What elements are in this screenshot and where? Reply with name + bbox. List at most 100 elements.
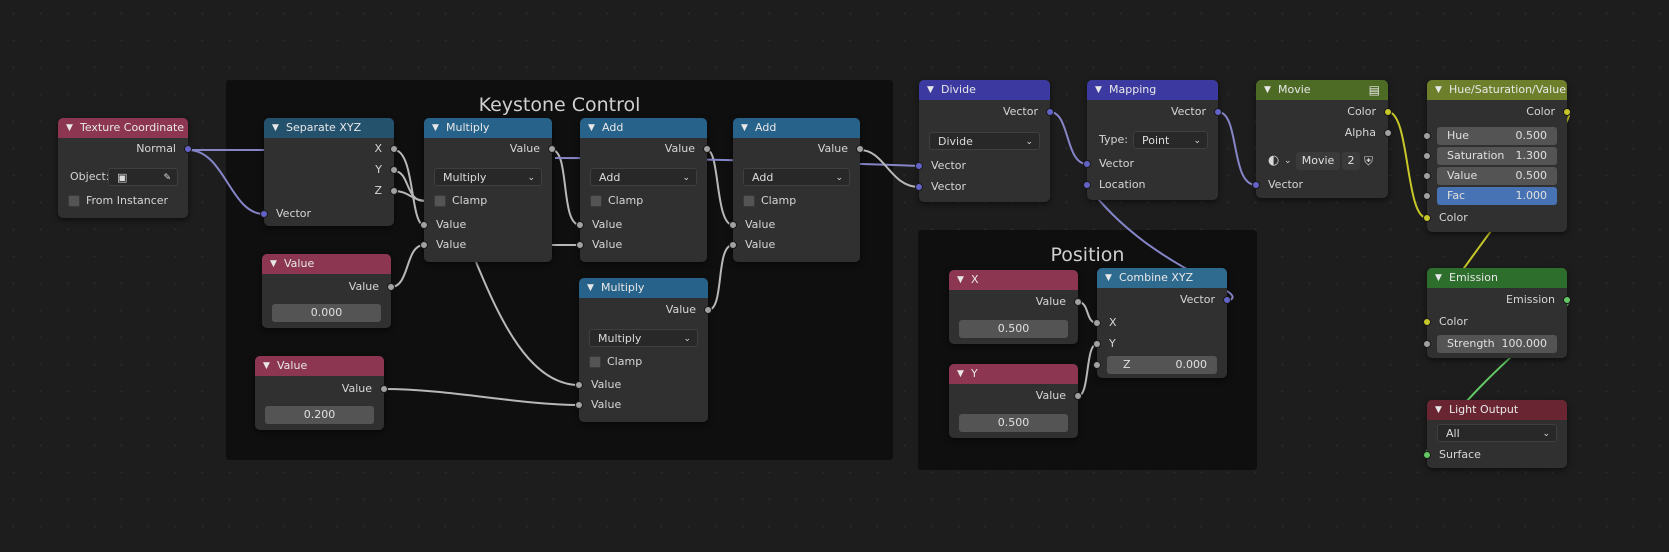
socket-input[interactable] (1423, 132, 1431, 140)
socket-output[interactable] (1563, 296, 1571, 304)
chevron-down-icon[interactable]: ▼ (263, 356, 270, 376)
socket-input[interactable] (1423, 214, 1431, 222)
socket-output[interactable] (1214, 108, 1222, 116)
node-header[interactable]: ▼ Texture Coordinate (58, 118, 188, 138)
image-browse-icon[interactable]: ◐ (1268, 152, 1279, 170)
value-field[interactable]: 0.200 (265, 406, 374, 424)
node-header[interactable]: ▼ Divide (919, 80, 1050, 100)
socket-input[interactable] (1093, 361, 1101, 369)
socket-input[interactable] (260, 210, 268, 218)
type-dropdown[interactable]: Point ⌄ (1133, 131, 1208, 149)
object-field[interactable]: ▣ ✎ (108, 168, 178, 186)
socket-input[interactable] (1423, 172, 1431, 180)
from-instancer-row[interactable]: From Instancer (58, 192, 188, 210)
clamp-checkbox[interactable] (743, 195, 755, 207)
socket-output[interactable] (856, 145, 864, 153)
node-mapping[interactable]: ▼ Mapping Vector Type: Point ⌄ Vector Loca… (1083, 80, 1222, 200)
node-separate-xyz[interactable]: ▼ Separate XYZ X Y Z Vector (260, 118, 398, 226)
node-light-output[interactable]: ▼ Light Output All ⌄ Surface (1423, 400, 1567, 468)
socket-output[interactable] (1074, 298, 1082, 306)
node-divide[interactable]: ▼ Divide Vector Divide ⌄ Vector Vector (915, 80, 1054, 202)
chevron-down-icon[interactable]: ▼ (587, 278, 594, 298)
socket-output[interactable] (703, 145, 711, 153)
clamp-row[interactable]: Clamp (579, 353, 708, 371)
value-field[interactable]: 0.500 (959, 320, 1068, 338)
socket-output[interactable] (704, 306, 712, 314)
chevron-down-icon[interactable]: ▼ (1435, 400, 1442, 420)
value-field[interactable]: Value 0.500 (1437, 167, 1557, 185)
chevron-down-icon[interactable]: ▼ (1095, 80, 1102, 100)
chevron-down-icon[interactable]: ▼ (1435, 268, 1442, 288)
chevron-down-icon[interactable]: ⌄ (1284, 152, 1292, 170)
socket-input[interactable] (1423, 152, 1431, 160)
z-field[interactable]: Z 0.000 (1107, 356, 1217, 374)
node-header[interactable]: ▼ Y (949, 364, 1078, 384)
socket-input[interactable] (575, 381, 583, 389)
value-field[interactable]: 0.500 (959, 414, 1068, 432)
socket-input[interactable] (1423, 451, 1431, 459)
node-emission[interactable]: ▼ Emission Emission Color Strength 100.000 (1423, 268, 1571, 358)
socket-input[interactable] (1083, 160, 1091, 168)
socket-input[interactable] (1423, 192, 1431, 200)
socket-input[interactable] (1423, 340, 1431, 348)
clamp-checkbox[interactable] (590, 195, 602, 207)
strength-field[interactable]: Strength 100.000 (1437, 335, 1557, 353)
node-header[interactable]: ▼ Combine XYZ (1097, 268, 1227, 288)
socket-output[interactable] (1384, 129, 1392, 137)
chevron-down-icon[interactable]: ▼ (927, 80, 934, 100)
socket-input[interactable] (420, 221, 428, 229)
socket-input[interactable] (915, 162, 923, 170)
socket-input[interactable] (576, 241, 584, 249)
node-multiply-1[interactable]: ▼ Multiply Value Multiply ⌄ Clamp Value Va… (420, 118, 556, 262)
node-header[interactable]: ▼ Separate XYZ (264, 118, 394, 138)
node-header[interactable]: ▼ Add (733, 118, 860, 138)
socket-input[interactable] (576, 221, 584, 229)
chevron-down-icon[interactable]: ▼ (588, 118, 595, 138)
node-add-1[interactable]: ▼ Add Value Add ⌄ Clamp Value Value (576, 118, 711, 262)
socket-output[interactable] (1384, 108, 1392, 116)
socket-input[interactable] (1423, 318, 1431, 326)
operation-dropdown[interactable]: Add ⌄ (743, 168, 850, 186)
node-header[interactable]: ▼ Value (255, 356, 384, 376)
socket-output[interactable] (1563, 108, 1571, 116)
node-multiply-2[interactable]: ▼ Multiply Value Multiply ⌄ Clamp Value Va… (575, 278, 712, 422)
node-value-1[interactable]: ▼ Value Value 0.000 (262, 254, 395, 328)
eyedropper-icon[interactable]: ✎ (163, 169, 171, 187)
node-header[interactable]: ▼ Movie ▤ (1256, 80, 1388, 100)
chevron-down-icon[interactable]: ▼ (1435, 80, 1442, 100)
node-header[interactable]: ▼ Light Output (1427, 400, 1567, 420)
chevron-down-icon[interactable]: ▼ (741, 118, 748, 138)
node-header[interactable]: ▼ X (949, 270, 1078, 290)
node-hue-saturation-value[interactable]: ▼ Hue/Saturation/Value Color Hue 0.500 Sat… (1423, 80, 1571, 232)
socket-output[interactable] (387, 283, 395, 291)
socket-output[interactable] (380, 385, 388, 393)
chevron-down-icon[interactable]: ▼ (957, 364, 964, 384)
socket-input[interactable] (1093, 319, 1101, 327)
socket-input[interactable] (729, 241, 737, 249)
node-header[interactable]: ▼ Emission (1427, 268, 1567, 288)
node-header[interactable]: ▼ Add (580, 118, 707, 138)
fac-field[interactable]: Fac 1.000 (1437, 187, 1557, 205)
node-header[interactable]: ▼ Multiply (579, 278, 708, 298)
chevron-down-icon[interactable]: ▼ (1105, 268, 1112, 288)
chevron-down-icon[interactable]: ▼ (957, 270, 964, 290)
socket-output[interactable] (390, 166, 398, 174)
node-texture-coordinate[interactable]: ▼ Texture Coordinate Normal Object: ▣ ✎ F… (58, 118, 192, 218)
socket-output[interactable] (1046, 108, 1054, 116)
chevron-down-icon[interactable]: ▼ (1264, 80, 1271, 100)
socket-input[interactable] (729, 221, 737, 229)
node-add-2[interactable]: ▼ Add Value Add ⌄ Clamp Value Value (729, 118, 864, 262)
operation-dropdown[interactable]: Multiply ⌄ (434, 168, 542, 186)
socket-output[interactable] (1223, 296, 1231, 304)
node-value-2[interactable]: ▼ Value Value 0.200 (255, 356, 388, 430)
node-y-value[interactable]: ▼ Y Value 0.500 (949, 364, 1082, 438)
value-field[interactable]: 0.000 (272, 304, 381, 322)
operation-dropdown[interactable]: Multiply ⌄ (589, 329, 698, 347)
node-header[interactable]: ▼ Value (262, 254, 391, 274)
fake-user-shield-icon[interactable]: ⛨ (1364, 152, 1373, 170)
socket-output[interactable] (548, 145, 556, 153)
operation-dropdown[interactable]: Add ⌄ (590, 168, 697, 186)
clamp-checkbox[interactable] (434, 195, 446, 207)
node-movie[interactable]: ▼ Movie ▤ Color Alpha ◐ ⌄ Movie 2 ⛨ Vector (1252, 80, 1392, 198)
node-header[interactable]: ▼ Hue/Saturation/Value (1427, 80, 1567, 100)
